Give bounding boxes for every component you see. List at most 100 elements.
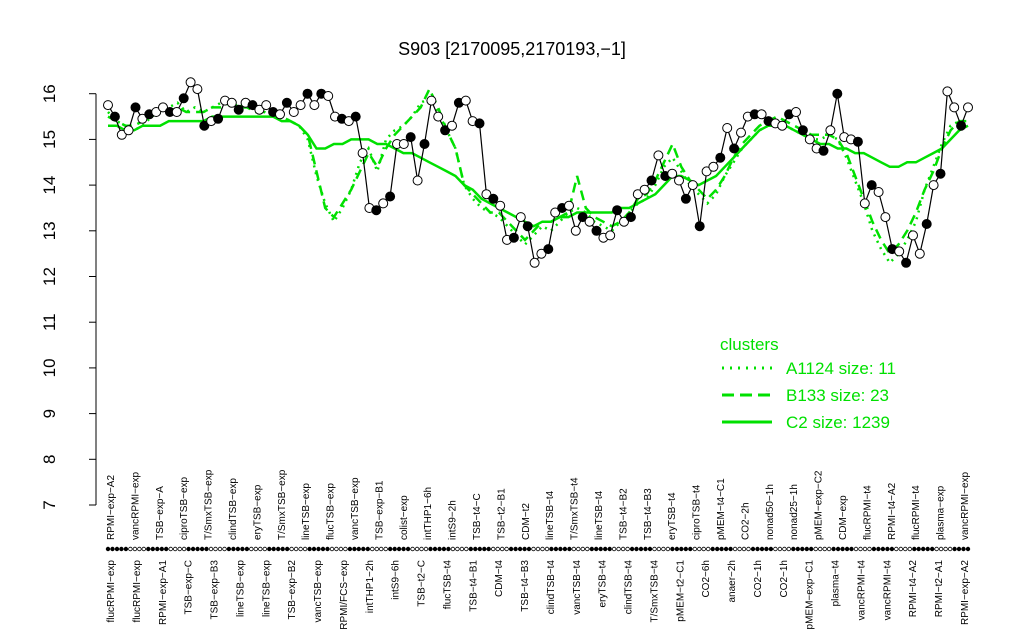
rug-mark (620, 546, 626, 552)
data-point (261, 100, 272, 111)
rug-mark (522, 546, 527, 552)
data-point (419, 139, 430, 149)
rug-mark (441, 546, 447, 552)
rug-mark (594, 546, 599, 552)
rug-mark (629, 546, 635, 552)
x-label-top: lineTSB−exp (301, 483, 312, 540)
x-label-bottom: flucTSB−t4 (442, 560, 453, 610)
rug-mark (634, 546, 639, 552)
x-label-top: ciproTSB−t4 (692, 484, 703, 540)
x-label-top: TSB−t4−B3 (643, 488, 654, 540)
data-point (570, 225, 581, 236)
rug-mark (589, 546, 594, 552)
x-label-top: CDM−t2 (521, 503, 532, 540)
data-point (302, 88, 313, 99)
data-point (625, 212, 636, 223)
x-label-bottom: TSB−exp−B2 (287, 560, 298, 620)
rug-mark (159, 546, 164, 552)
rug-mark (831, 546, 836, 552)
x-label-bottom: RPMI−exp−A1 (158, 560, 169, 625)
rug-mark (647, 546, 653, 552)
x-label-bottom: lineTSB−exp (261, 560, 272, 617)
data-point (708, 161, 719, 172)
data-point (921, 219, 932, 229)
data-point (667, 168, 678, 179)
x-label-bottom: RPMI−t2−A1 (934, 560, 945, 618)
x-label-bottom: CDM−t4 (494, 560, 505, 597)
rug-mark (258, 546, 263, 552)
rug-mark (473, 546, 478, 552)
data-point (405, 132, 416, 143)
rug-mark (320, 546, 326, 552)
y-tick-label: 16 (40, 84, 59, 103)
x-label-top: eryTSB−t4 (667, 492, 678, 540)
data-point (233, 104, 244, 115)
rug-mark (388, 546, 393, 552)
rug-mark (791, 546, 796, 552)
data-point (474, 118, 485, 129)
rug-mark (768, 546, 774, 552)
data-point (433, 111, 444, 122)
legend-label-c: C2 size: 1239 (786, 413, 890, 432)
x-label-top: T/SmxTSB−exp (204, 469, 215, 540)
data-point (894, 246, 905, 257)
rug-mark (912, 546, 917, 552)
x-label-top: pMEM−t4−C1 (716, 478, 727, 540)
rug-mark (746, 546, 751, 552)
rug-mark (455, 546, 460, 552)
chart-title: S903 [2170095,2170193,−1] (398, 39, 626, 59)
rug-mark (110, 546, 115, 552)
rug-mark (267, 546, 272, 552)
rug-mark (934, 546, 939, 552)
x-label-top: TSB−t4−B2 (618, 488, 629, 540)
x-label-bottom: T/SmxTSB−t4 (650, 560, 661, 623)
x-label-top: lineTSB−t4 (594, 490, 605, 540)
data-point (495, 200, 506, 211)
rug-mark (553, 546, 559, 552)
rug-mark (177, 546, 182, 552)
rug-mark (262, 546, 267, 552)
x-label-top: RPMI−t4−A2 (887, 482, 898, 540)
data-point (543, 244, 554, 255)
rug-mark (293, 546, 299, 552)
x-label-bottom: intTHP1−2h (365, 560, 376, 613)
x-label-top: plasma−exp (936, 485, 947, 540)
rug-mark (818, 546, 823, 552)
rug-mark (737, 546, 742, 552)
data-point (123, 125, 134, 136)
x-label-bottom: TSB−t4−B1 (468, 560, 479, 612)
rug-mark (244, 546, 250, 552)
x-label-bottom: TSB−t2−C (417, 560, 428, 607)
rug-mark (679, 546, 684, 552)
rug-mark (168, 546, 173, 552)
rug-mark (867, 546, 872, 552)
rug-mark (526, 546, 532, 552)
rug-mark (204, 546, 209, 552)
rug-mark (226, 546, 232, 552)
rug-mark (683, 546, 688, 552)
x-label-bottom: plasma−t4 (831, 560, 842, 607)
rug-mark (616, 546, 621, 552)
y-tick-label: 11 (40, 313, 59, 331)
x-label-bottom: RPMI/FCS−exp (339, 560, 350, 630)
data-point (873, 187, 884, 197)
rug-mark (607, 546, 612, 552)
x-label-top: vancRPMI−exp (960, 471, 971, 540)
data-point (529, 257, 540, 268)
rug-mark (858, 546, 863, 552)
x-label-top: intS9−2h (448, 500, 459, 540)
rug-mark (965, 546, 971, 552)
rug-mark (298, 546, 303, 552)
data-point (130, 102, 141, 113)
rug-mark (849, 546, 854, 552)
x-label-bottom: intS9−6h (391, 560, 402, 600)
rug-mark (464, 546, 469, 552)
rug-mark (249, 546, 254, 552)
series-line-0 (107, 96, 968, 265)
x-label-top: vancTSB−exp (350, 477, 361, 540)
data-point (288, 107, 299, 117)
rug-mark (844, 546, 850, 552)
rug-mark (401, 546, 406, 552)
data-point (378, 198, 389, 209)
rug-mark (656, 546, 662, 552)
